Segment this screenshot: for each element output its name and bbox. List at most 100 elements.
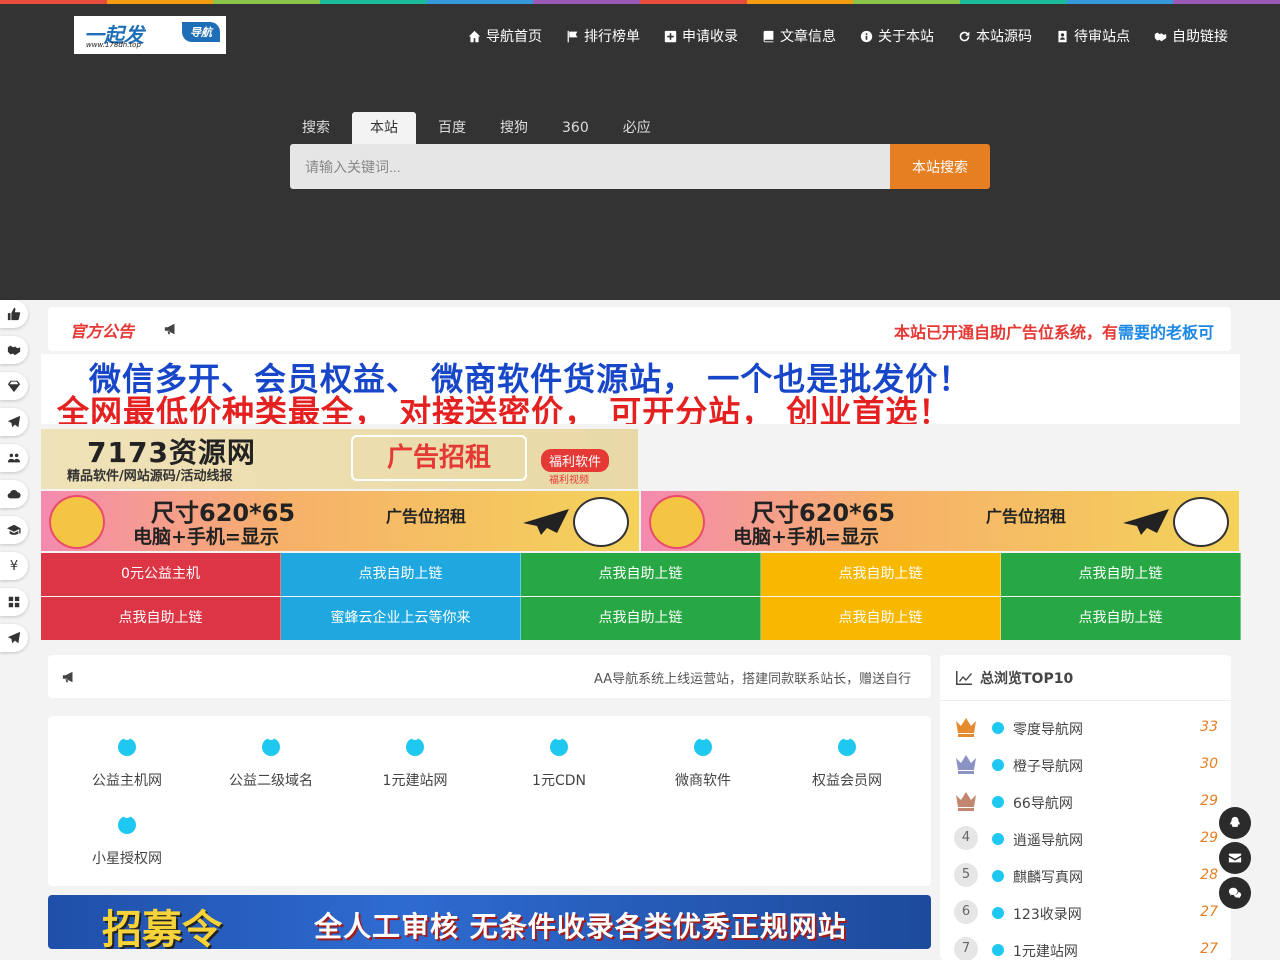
rank-number: 4 xyxy=(954,826,978,850)
sidebar-diamond[interactable] xyxy=(0,372,28,400)
refresh-icon xyxy=(959,31,970,41)
top10-site-name: 麒麟写真网 xyxy=(1013,870,1083,886)
nav-ranking-label: 排行榜单 xyxy=(584,29,640,45)
ad-res-tag1: 福利软件 xyxy=(541,449,610,472)
self-link-cell[interactable]: 点我自助上链 xyxy=(41,597,281,640)
top10-row[interactable]: 6 123收录网 27 xyxy=(954,899,1218,925)
recruitment-banner[interactable]: 招募令 全人工审核 无条件收录各类优秀正规网站 xyxy=(48,895,931,949)
top10-row[interactable]: 零度导航网 33 xyxy=(954,714,1218,740)
nav-pending[interactable]: 待审站点 xyxy=(1056,26,1130,46)
search-button[interactable]: 本站搜索 xyxy=(890,144,990,189)
search-input[interactable] xyxy=(290,144,890,189)
site-link[interactable]: 1元CDN xyxy=(487,734,631,790)
users-icon xyxy=(7,453,21,463)
diamond-icon xyxy=(7,380,21,393)
site-link[interactable]: 公益二级域名 xyxy=(199,734,343,790)
search-tab-360[interactable]: 360 xyxy=(550,112,601,144)
site-favicon-icon xyxy=(262,734,280,756)
nav-apply[interactable]: 申请收录 xyxy=(664,26,738,46)
cartoon-cat-icon xyxy=(573,497,629,547)
self-link-cell[interactable]: 蜜蜂云企业上云等你来 xyxy=(281,597,521,640)
wechat-multi-open-ad[interactable]: 微信多开、会员权益、 微商软件货源站， 一个也是批发价！ 全网最低价种类最全， … xyxy=(41,354,1240,424)
self-link-cell[interactable]: 点我自助上链 xyxy=(281,553,521,596)
flag-icon xyxy=(567,30,578,42)
sidebar-grid[interactable] xyxy=(0,588,28,616)
info-icon xyxy=(860,30,873,42)
ad-rent-text: 广告位招租 xyxy=(386,507,467,526)
site-link[interactable]: 1元建站网 xyxy=(343,734,487,790)
bullhorn-icon xyxy=(164,323,175,335)
site-favicon-icon xyxy=(118,812,136,834)
cloud-icon xyxy=(7,489,21,499)
top10-view-count: 27 xyxy=(1200,904,1218,920)
nav-apply-label: 申请收录 xyxy=(682,29,738,45)
top10-view-count: 33 xyxy=(1200,719,1218,735)
notice-message[interactable]: 本站已开通自助广告位系统，有需要的老板可 xyxy=(894,319,1214,343)
search-tab-bing[interactable]: 必应 xyxy=(611,112,663,144)
sidebar-paper-plane-2[interactable] xyxy=(0,624,28,652)
site-link[interactable]: 权益会员网 xyxy=(775,734,919,790)
site-logo[interactable]: 一起发 导航 www.178dh.top xyxy=(74,16,226,54)
plus-square-icon xyxy=(664,30,677,42)
yen-icon: ¥ xyxy=(9,558,19,574)
float-wechat-button[interactable] xyxy=(1219,877,1251,909)
notice2-message[interactable]: AA导航系统上线运营站，搭建同款联系站长，赠送自行 xyxy=(594,668,911,687)
featured-sites-panel: 公益主机网 公益二级域名 1元建站网 1元CDN 微商软件 权益会员网小星授权网 xyxy=(48,716,931,886)
nav-articles[interactable]: 文章信息 xyxy=(762,26,836,46)
site-name: 公益主机网 xyxy=(92,773,162,789)
top10-row[interactable]: 4 逍遥导航网 29 xyxy=(954,825,1218,851)
nav-ranking[interactable]: 排行榜单 xyxy=(566,26,640,46)
site-favicon-icon xyxy=(992,944,1004,956)
resource-site-ad[interactable]: 7173资源网 精品软件/网站源码/活动线报 广告招租 福利软件 福利视频 xyxy=(41,429,638,489)
top10-row[interactable]: 7 1元建站网 27 xyxy=(954,936,1218,960)
paper-plane-icon xyxy=(7,415,21,428)
float-email-button[interactable] xyxy=(1219,842,1251,874)
bullhorn-icon xyxy=(62,671,73,683)
site-favicon-icon xyxy=(992,833,1004,845)
nav-source-label: 本站源码 xyxy=(976,29,1032,45)
site-favicon-icon xyxy=(992,796,1004,808)
self-link-cell[interactable]: 点我自助上链 xyxy=(761,553,1001,596)
banner-title: 招募令 xyxy=(102,907,222,949)
ad-slot-right[interactable]: 尺寸620*65 电脑+手机=显示 广告位招租 xyxy=(641,491,1239,551)
top10-row[interactable]: 5 麒麟写真网 28 xyxy=(954,862,1218,888)
ad-wide-line2: 全网最低价种类最全， 对接送密价， 可开分站， 创业首选！ xyxy=(57,393,952,424)
search-tab-baidu[interactable]: 百度 xyxy=(426,112,478,144)
site-name: 公益二级域名 xyxy=(229,773,313,789)
site-link[interactable]: 微商软件 xyxy=(631,734,775,790)
ad-device-text: 电脑+手机=显示 xyxy=(733,526,879,548)
float-qq-button[interactable] xyxy=(1219,807,1251,839)
sidebar-paper-plane[interactable] xyxy=(0,408,28,436)
self-link-cell[interactable]: 点我自助上链 xyxy=(521,597,761,640)
site-link[interactable]: 小星授权网 xyxy=(55,812,199,868)
site-name: 微商软件 xyxy=(675,773,731,789)
paper-plane-icon xyxy=(1123,509,1169,535)
top10-row[interactable]: 66导航网 29 xyxy=(954,788,1218,814)
ad-slot-left[interactable]: 尺寸620*65 电脑+手机=显示 广告位招租 xyxy=(41,491,639,551)
sidebar-handshake[interactable] xyxy=(0,336,28,364)
nav-home[interactable]: 导航首页 xyxy=(468,26,542,46)
search-tab-site[interactable]: 本站 xyxy=(352,112,416,144)
sidebar-cloud[interactable] xyxy=(0,480,28,508)
top10-header: 总浏览TOP10 xyxy=(940,655,1231,701)
crown-silver-icon xyxy=(956,755,976,774)
self-link-cell[interactable]: 点我自助上链 xyxy=(521,553,761,596)
top10-row[interactable]: 橙子导航网 30 xyxy=(954,751,1218,777)
notice-message-a: 本站已开通自助广告位系统，有 xyxy=(894,323,1119,342)
self-link-cell[interactable]: 点我自助上链 xyxy=(761,597,1001,640)
self-link-cell[interactable]: 点我自助上链 xyxy=(1001,553,1241,596)
self-link-cell[interactable]: 点我自助上链 xyxy=(1001,597,1241,640)
rank-number: 5 xyxy=(954,863,978,887)
sidebar-users[interactable] xyxy=(0,444,28,472)
sidebar-thumbs-up[interactable] xyxy=(0,300,28,328)
nav-source[interactable]: 本站源码 xyxy=(958,26,1032,46)
site-link[interactable]: 公益主机网 xyxy=(55,734,199,790)
site-favicon-icon xyxy=(838,734,856,756)
self-link-cell[interactable]: 0元公益主机 xyxy=(41,553,281,596)
home-icon xyxy=(468,30,481,42)
nav-selflink[interactable]: 自助链接 xyxy=(1154,26,1228,46)
sidebar-graduation[interactable] xyxy=(0,516,28,544)
sidebar-yen[interactable]: ¥ xyxy=(0,552,28,580)
search-tab-sogou[interactable]: 搜狗 xyxy=(488,112,540,144)
nav-about[interactable]: 关于本站 xyxy=(860,26,934,46)
